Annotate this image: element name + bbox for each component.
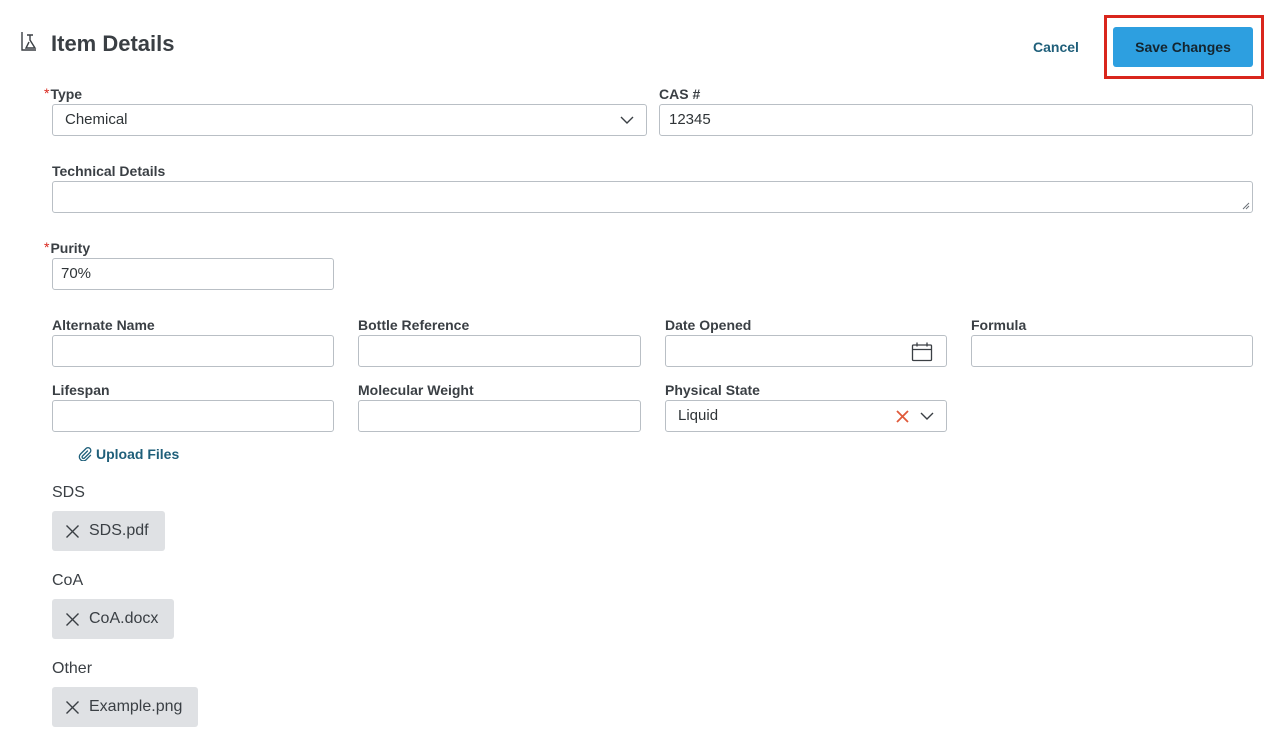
purity-label: *Purity: [44, 239, 91, 256]
technical-details-label: Technical Details: [52, 163, 166, 179]
save-changes-button[interactable]: Save Changes: [1113, 27, 1253, 67]
attachment-section-label: CoA: [52, 572, 84, 589]
bottle-reference-input[interactable]: [358, 335, 641, 367]
date-opened-label: Date Opened: [665, 317, 752, 333]
type-select-value: Chemical: [65, 111, 128, 128]
paperclip-icon: [78, 447, 92, 461]
formula-input[interactable]: [971, 335, 1253, 367]
cas-input-value: 12345: [669, 111, 711, 128]
alternate-name-label: Alternate Name: [52, 317, 155, 333]
alternate-name-input[interactable]: [52, 335, 334, 367]
type-label: *Type: [44, 85, 83, 102]
attachment-filename: CoA.docx: [89, 610, 159, 627]
molecular-weight-input[interactable]: [358, 400, 641, 432]
attachment-chip: Example.png: [52, 687, 199, 727]
physical-state-label: Physical State: [665, 382, 760, 398]
purity-input[interactable]: 70%: [52, 258, 334, 290]
physical-state-value: Liquid: [678, 407, 719, 424]
technical-details-textarea[interactable]: [52, 181, 1253, 213]
cas-input[interactable]: 12345: [659, 104, 1253, 136]
type-select[interactable]: Chemical: [52, 104, 647, 136]
purity-input-value: 70%: [61, 265, 92, 282]
chevron-down-icon[interactable]: [920, 410, 934, 422]
attachment-section-label: SDS: [52, 484, 85, 501]
remove-file-icon[interactable]: [65, 524, 80, 539]
resize-handle-icon[interactable]: [1242, 202, 1250, 210]
formula-label: Formula: [971, 317, 1027, 333]
remove-file-icon[interactable]: [65, 700, 80, 715]
required-marker: *: [44, 239, 50, 255]
remove-file-icon[interactable]: [65, 612, 80, 627]
cancel-button[interactable]: Cancel: [1033, 38, 1079, 56]
attachment-chip: SDS.pdf: [52, 511, 165, 551]
clear-x-icon[interactable]: [896, 410, 909, 423]
physical-state-select[interactable]: Liquid: [665, 400, 947, 432]
cas-label: CAS #: [659, 86, 701, 102]
page-title: Item Details: [51, 31, 175, 56]
required-marker: *: [44, 85, 50, 101]
molecular-weight-label: Molecular Weight: [358, 382, 474, 398]
chevron-down-icon: [620, 116, 634, 124]
upload-files-link[interactable]: Upload Files: [78, 446, 179, 462]
bottle-reference-label: Bottle Reference: [358, 317, 470, 333]
attachment-filename: Example.png: [89, 698, 183, 715]
lifespan-label: Lifespan: [52, 382, 110, 398]
attachment-section-label: Other: [52, 660, 93, 677]
calendar-icon[interactable]: [911, 342, 933, 362]
item-flask-icon: [18, 29, 40, 53]
upload-files-label: Upload Files: [96, 446, 180, 462]
date-opened-input[interactable]: [665, 335, 947, 367]
attachment-chip: CoA.docx: [52, 599, 175, 639]
attachment-filename: SDS.pdf: [89, 522, 149, 539]
lifespan-input[interactable]: [52, 400, 334, 432]
